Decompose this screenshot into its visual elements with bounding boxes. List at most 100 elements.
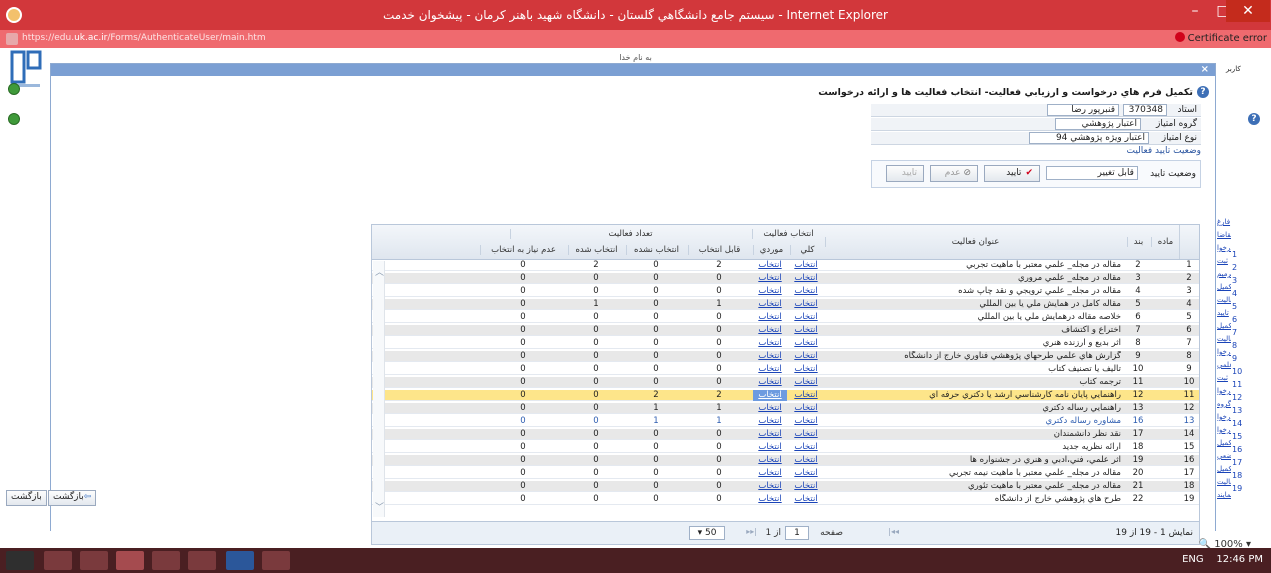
table-row[interactable]: 5 6 خلاصه مقاله درهمايش ملي يا بين المللي ا… — [372, 312, 1199, 323]
select-all-link[interactable]: انتخاب — [790, 338, 822, 349]
sidebar-link[interactable]: وضعي — [1217, 452, 1231, 460]
select-single-link[interactable]: انتخاب — [753, 390, 787, 401]
table-row[interactable]: 13 16 مشاوره رساله دکتري انتخاب انتخاب 1 1 0 0 — [372, 416, 1199, 427]
table-row[interactable]: 8 9 گزارش هاي علمي طرحهاي پژوهشي فناوري خا… — [372, 351, 1199, 362]
select-single-link[interactable]: انتخاب — [753, 351, 787, 362]
table-row[interactable]: 11 12 راهنمايي پايان نامه کارشناسي ارشد يا… — [372, 390, 1199, 401]
sidebar-link[interactable]: فارغ — [1217, 218, 1231, 226]
select-single-link[interactable]: انتخاب — [753, 364, 787, 375]
approve-button[interactable]: ✔تاييد — [984, 165, 1040, 182]
select-single-link[interactable]: انتخاب — [753, 494, 787, 505]
sidebar-link[interactable]: تكميل — [1217, 283, 1231, 291]
select-single-link[interactable]: انتخاب — [753, 338, 787, 349]
table-row[interactable]: 10 11 ترجمه کتاب انتخاب انتخاب 0 0 0 0 — [372, 377, 1199, 388]
sidebar-link[interactable]: فعاليت — [1217, 296, 1231, 304]
page-size-select[interactable]: 50 ▾ — [689, 526, 725, 540]
table-row[interactable]: 9 10 تاليف يا تصنيف کتاب انتخاب انتخاب 0 0 0 0 — [372, 364, 1199, 375]
select-all-link[interactable]: انتخاب — [790, 468, 822, 479]
table-row[interactable]: 7 8 اثر بديع و ارزنده هنري انتخاب انتخاب 0 0 0 0 — [372, 338, 1199, 349]
taskbar-word[interactable] — [226, 551, 254, 570]
select-single-link[interactable]: انتخاب — [753, 429, 787, 440]
select-single-link[interactable]: انتخاب — [753, 325, 787, 336]
table-row[interactable]: 1 2 مقاله در مجله_ علمي معتبر با ماهيت تجر… — [372, 260, 1199, 271]
sidebar-link[interactable]: تاييد — [1217, 309, 1231, 317]
table-row[interactable]: 18 21 مقاله در مجله_ علمي معتبر با ماهيت ت… — [372, 481, 1199, 492]
table-row[interactable]: 3 4 مقاله در مجله_ علمي ترويجي و نقد چاپ ش… — [372, 286, 1199, 297]
scroll-up-icon[interactable]: ︿ — [375, 265, 384, 278]
select-single-link[interactable]: انتخاب — [753, 442, 787, 453]
address-bar[interactable]: https://edu.uk.ac.ir/Forms/AuthenticateU… — [0, 30, 1271, 48]
select-all-link[interactable]: انتخاب — [790, 494, 822, 505]
page-input[interactable]: 1 — [785, 526, 809, 540]
select-all-link[interactable]: انتخاب — [790, 286, 822, 297]
taskbar-app[interactable] — [80, 551, 108, 570]
select-all-link[interactable]: انتخاب — [790, 403, 822, 414]
table-row[interactable]: 6 7 اختراع و اکتشاف انتخاب انتخاب 0 0 0 0 — [372, 325, 1199, 336]
sidebar-link[interactable]: نمايند — [1217, 491, 1231, 499]
sidebar-link[interactable]: درخوا — [1217, 387, 1231, 395]
sidebar-link[interactable]: ثبت — [1217, 257, 1231, 265]
table-row[interactable]: 4 5 مقاله کامل در همايش ملي يا بين المللي ا… — [372, 299, 1199, 310]
table-row[interactable]: 14 17 نقد نظر دانشمندان انتخاب انتخاب 0 0 0 0 — [372, 429, 1199, 440]
reject-button[interactable]: ⊘عدم — [930, 165, 978, 182]
sidebar-link[interactable]: درخوا — [1217, 348, 1231, 356]
select-single-link[interactable]: انتخاب — [753, 286, 787, 297]
select-all-link[interactable]: انتخاب — [790, 481, 822, 492]
taskbar-app[interactable] — [152, 551, 180, 570]
table-row[interactable]: 15 18 ارائه نظريه جديد انتخاب انتخاب 0 0 0 0 — [372, 442, 1199, 453]
back-button-2[interactable]: ⇦بازگشت — [48, 490, 97, 506]
taskbar-app[interactable] — [44, 551, 72, 570]
select-all-link[interactable]: انتخاب — [790, 416, 822, 427]
close-window-button[interactable]: ✕ — [1226, 0, 1270, 22]
sidebar-link[interactable]: تكميل — [1217, 322, 1231, 330]
help-icon[interactable]: ? — [1248, 113, 1260, 125]
select-single-link[interactable]: انتخاب — [753, 416, 787, 427]
grid-scrollbar[interactable]: ︿ ﹀ — [373, 261, 385, 517]
system-tray[interactable]: ENG 12:46 PM — [1182, 554, 1263, 565]
next-page-icon[interactable]: ▸▸| — [746, 527, 757, 536]
taskbar-app[interactable] — [188, 551, 216, 570]
table-row[interactable]: 16 19 اثر علمي، فني،ادبي و هنري در جشنواره… — [372, 455, 1199, 466]
sidebar-link[interactable]: تكميل — [1217, 465, 1231, 473]
sidebar-link[interactable]: تكميل — [1217, 439, 1231, 447]
select-all-link[interactable]: انتخاب — [790, 377, 822, 388]
sidebar-link[interactable]: گروه — [1217, 400, 1231, 408]
sidebar-link[interactable]: تقاضا — [1217, 231, 1231, 239]
minimize-button[interactable]: – — [1180, 0, 1210, 22]
table-row[interactable]: 12 13 راهنمايي رساله دکتري انتخاب انتخاب 1 1 0 0 — [372, 403, 1199, 414]
sidebar-link[interactable]: علمي — [1217, 361, 1231, 369]
select-single-link[interactable]: انتخاب — [753, 312, 787, 323]
help-icon[interactable]: ? — [1197, 86, 1209, 98]
select-all-link[interactable]: انتخاب — [790, 364, 822, 375]
scroll-down-icon[interactable]: ﹀ — [375, 500, 384, 513]
select-all-link[interactable]: انتخاب — [790, 429, 822, 440]
sidebar-link[interactable]: ثبت — [1217, 374, 1231, 382]
table-row[interactable]: 2 3 مقاله در مجله_ علمي مروري انتخاب انتخاب 0… — [372, 273, 1199, 284]
dialog-close-button[interactable]: × — [1201, 64, 1209, 75]
select-all-link[interactable]: انتخاب — [790, 260, 822, 271]
select-single-link[interactable]: انتخاب — [753, 455, 787, 466]
sidebar-link[interactable]: درخوا — [1217, 413, 1231, 421]
first-page-icon[interactable]: |◂◂ — [888, 527, 899, 536]
select-single-link[interactable]: انتخاب — [753, 481, 787, 492]
sidebar-link[interactable]: فعاليت — [1217, 335, 1231, 343]
confirm-disabled-button[interactable]: تاييد — [886, 165, 924, 182]
table-row[interactable]: 19 22 طرح هاي پژوهشي خارج از دانشگاه انتخاب… — [372, 494, 1199, 505]
back-button[interactable]: بازگشت — [6, 490, 47, 506]
sidebar-link[interactable]: ترميم — [1217, 270, 1231, 278]
select-single-link[interactable]: انتخاب — [753, 468, 787, 479]
select-single-link[interactable]: انتخاب — [753, 403, 787, 414]
taskbar-ie[interactable] — [116, 551, 144, 570]
select-all-link[interactable]: انتخاب — [790, 325, 822, 336]
sidebar-link[interactable]: درخوا — [1217, 426, 1231, 434]
sidebar-link[interactable]: فعاليت — [1217, 478, 1231, 486]
select-all-link[interactable]: انتخاب — [790, 442, 822, 453]
select-single-link[interactable]: انتخاب — [753, 377, 787, 388]
select-all-link[interactable]: انتخاب — [790, 351, 822, 362]
taskbar-app[interactable] — [262, 551, 290, 570]
certificate-error[interactable]: Certificate error — [1174, 32, 1267, 44]
sidebar-link[interactable]: درخوا — [1217, 244, 1231, 252]
select-all-link[interactable]: انتخاب — [790, 299, 822, 310]
start-button[interactable] — [6, 551, 34, 570]
select-single-link[interactable]: انتخاب — [753, 273, 787, 284]
